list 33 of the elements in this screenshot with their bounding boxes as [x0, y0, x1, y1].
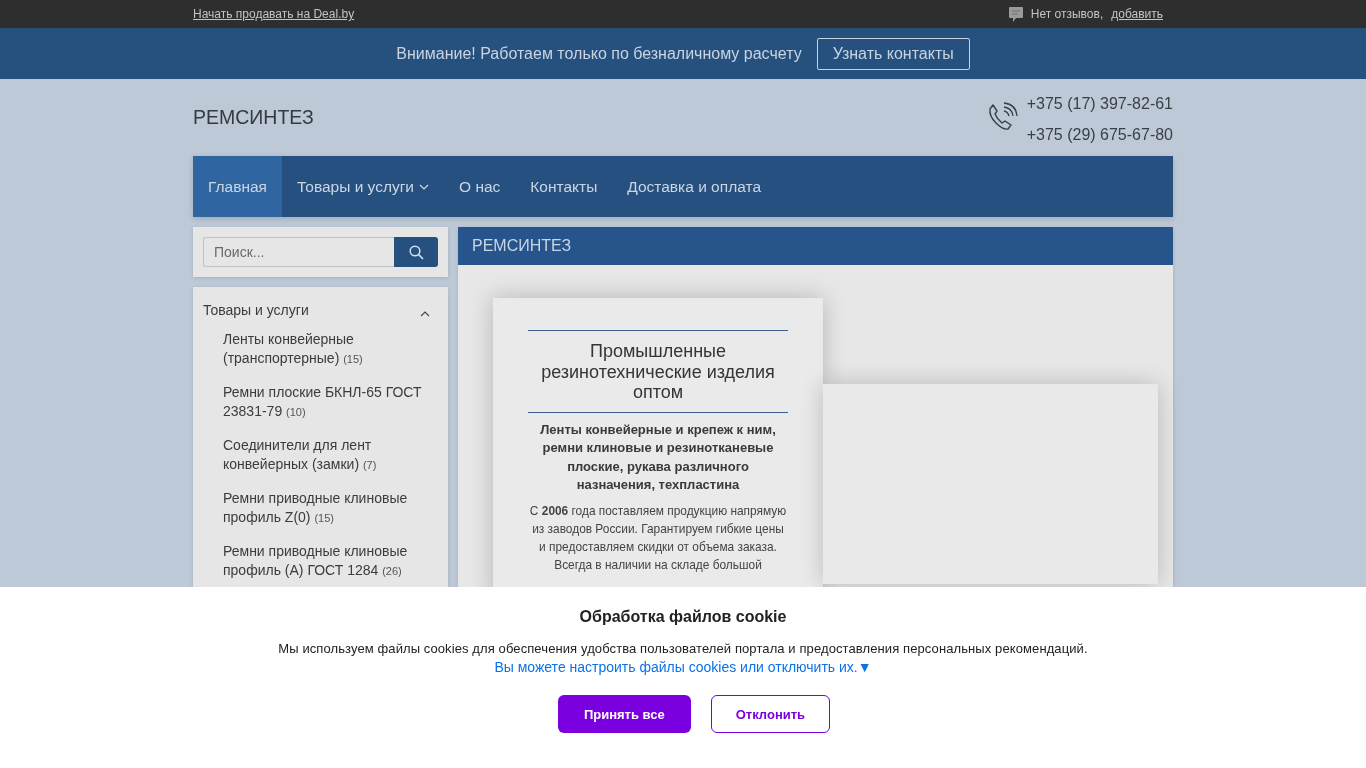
contacts-button[interactable]: Узнать контакты [816, 37, 970, 70]
promo-heading: Промышленные резинотехнические изделия оптом [540, 340, 776, 404]
category-link[interactable]: Ремни приводные клиновые профиль (А) ГОСТ 1284 (26) [223, 542, 430, 581]
nav-tab[interactable]: Доставка и оплата [612, 156, 776, 217]
phone-number[interactable]: +375 (17) 397-82-61 [1026, 93, 1173, 113]
category-link[interactable]: Ремни приводные клиновые профиль Z(0) (15) [223, 489, 430, 528]
category-link[interactable]: Ремни плоские БКНЛ-65 ГОСТ 23831-79 (10) [223, 383, 430, 422]
content-title-bar: РЕМСИНТЕЗ [458, 227, 1173, 265]
search-icon [408, 244, 424, 260]
nav-tab[interactable]: Главная [193, 156, 282, 217]
speech-bubble-icon [1008, 6, 1023, 22]
caret-up-icon[interactable] [420, 311, 430, 317]
category-link[interactable]: Ленты конвейерные (транспортерные) (15) [223, 330, 430, 369]
cookie-settings-link[interactable]: Вы можете настроить файлы cookies или отключить их.▼ [494, 659, 872, 675]
phone-number[interactable]: +375 (29) 675-67-80 [1026, 124, 1173, 144]
nav-tab[interactable]: Товары и услуги [282, 156, 445, 217]
search-button[interactable] [394, 237, 438, 267]
add-review-link[interactable]: добавить [1111, 7, 1163, 21]
decline-button[interactable]: Отклонить [710, 695, 831, 733]
nav-tab[interactable]: Контакты [515, 156, 613, 217]
site-logo[interactable]: РЕМСИНТЕЗ [193, 106, 314, 129]
cookie-text: Мы используем файлы cookies для обеспечения удобства пользователей портала и предоставления персональных рекомендаций. [278, 641, 1088, 656]
accept-button[interactable]: Принять все [557, 695, 691, 733]
catalog-title[interactable]: Товары и услуги [203, 299, 309, 321]
sell-link[interactable]: Начать продавать на Deal.by [193, 7, 355, 21]
category-link[interactable]: Соединители для лент конвейерных (замки) (7) [223, 436, 430, 475]
reviews-text: Нет отзывов, [1030, 7, 1104, 21]
cookie-title: Обработка файлов cookie [579, 608, 787, 626]
promo-subheading: Ленты конвейерные и крепеж к ним, ремни клиновые и резинотканевые плоские, рукава различного назначения, техпластина [539, 420, 777, 494]
notice-text: Внимание! Работаем только по безналичному расчету [396, 44, 802, 63]
nav-tab[interactable]: О нас [444, 156, 516, 217]
search-field[interactable]: Поиск... [203, 237, 394, 267]
promo-text: С 2006 года поставляем продукцию напрямую из заводов России. Гарантируем гибкие цены и предоставляем скидки от объема заказа. Всегда в наличии на складе большой [528, 502, 788, 575]
